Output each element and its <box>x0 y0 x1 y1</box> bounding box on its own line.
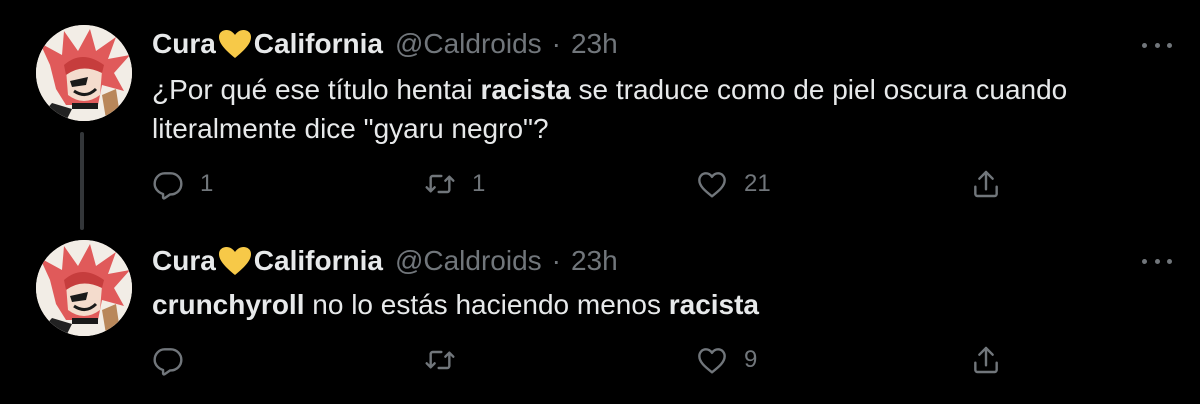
share-button[interactable] <box>970 340 1002 380</box>
retweet-icon <box>425 350 455 370</box>
bold-keyword: racista <box>668 289 760 320</box>
tweet-actions: 1 1 21 <box>152 164 1032 204</box>
avatar[interactable] <box>36 25 132 121</box>
retweet-button[interactable] <box>424 340 472 380</box>
reply-icon <box>153 172 183 200</box>
timestamp[interactable]: 23h <box>571 28 618 60</box>
tweet-text: crunchyroll no lo estás haciendo menos r… <box>152 289 760 320</box>
share-button[interactable] <box>970 164 1002 204</box>
separator-dot: · <box>551 28 561 59</box>
bold-keyword: crunchyroll <box>152 289 305 320</box>
reply-button[interactable] <box>152 340 200 380</box>
timestamp[interactable]: 23h <box>571 245 618 277</box>
reply-count: 1 <box>200 170 214 197</box>
more-icon <box>1142 42 1147 48</box>
display-name[interactable]: Cura California <box>152 245 383 277</box>
display-name[interactable]: Cura California <box>152 28 383 60</box>
tweet-header: Cura California @Caldroids · 23h <box>152 24 618 64</box>
reply-icon <box>153 348 183 376</box>
more-options-button[interactable] <box>1142 256 1172 266</box>
like-icon <box>698 348 726 374</box>
share-icon <box>974 170 998 198</box>
like-count: 21 <box>744 170 771 197</box>
tweet-text: ¿Por qué ese título hentai racista se tr… <box>152 74 1068 144</box>
tweet-actions: 9 <box>152 340 1032 380</box>
like-icon <box>698 172 726 198</box>
retweet-icon <box>425 174 455 194</box>
retweet-count: 1 <box>472 170 486 197</box>
retweet-button[interactable]: 1 <box>424 164 485 204</box>
tweet[interactable]: Cura California @Caldroids · 23h ¿Por qu… <box>0 0 1200 230</box>
more-options-button[interactable] <box>1142 40 1172 50</box>
separator-dot: · <box>551 245 561 276</box>
more-icon <box>1142 258 1147 264</box>
yellow-heart-emoji-icon <box>218 247 251 275</box>
share-icon <box>974 346 998 374</box>
like-button[interactable]: 9 <box>696 340 757 380</box>
reply-button[interactable]: 1 <box>152 164 213 204</box>
user-handle[interactable]: @Caldroids <box>395 28 542 60</box>
like-count: 9 <box>744 346 758 373</box>
bold-keyword: racista <box>480 74 571 105</box>
tweet-header: Cura California @Caldroids · 23h <box>152 241 618 281</box>
yellow-heart-emoji-icon <box>218 30 251 58</box>
like-button[interactable]: 21 <box>696 164 771 204</box>
thread-connector-line <box>80 132 84 230</box>
user-handle[interactable]: @Caldroids <box>395 245 542 277</box>
avatar[interactable] <box>36 240 132 336</box>
